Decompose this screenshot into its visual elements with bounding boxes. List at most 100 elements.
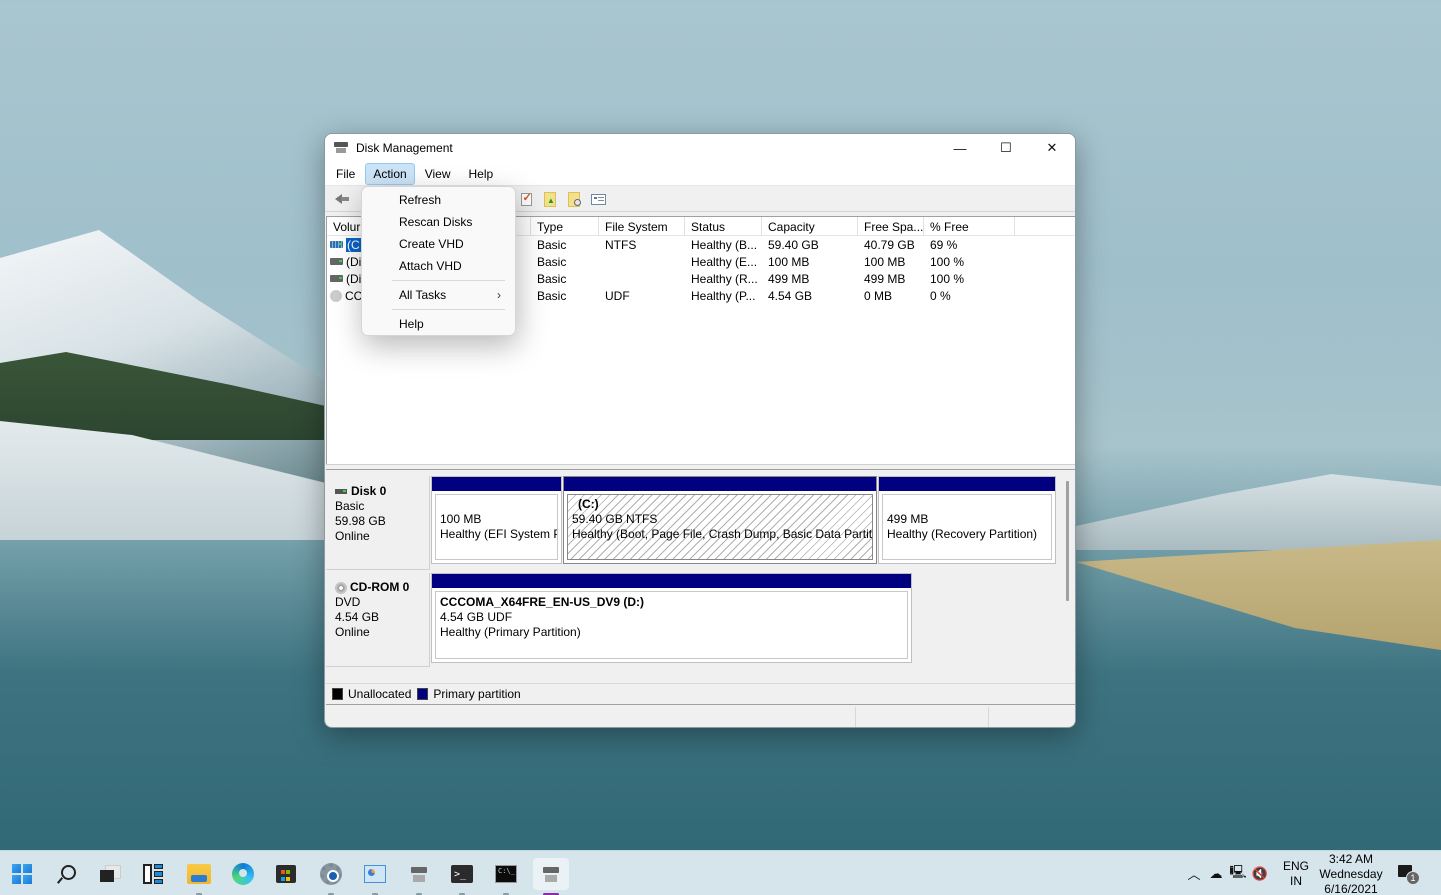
pane-splitter[interactable] [326, 464, 1075, 470]
menu-item-label: Help [399, 317, 424, 331]
store-icon [276, 865, 296, 883]
search-button[interactable] [50, 858, 82, 890]
folder-up-icon [544, 191, 556, 207]
partition-status: Healthy (Primary Partition) [440, 625, 581, 639]
vertical-scrollbar[interactable] [1066, 481, 1069, 601]
clock[interactable]: 3:42 AM Wednesday 6/16/2021 [1318, 852, 1384, 895]
terminal-icon: >_ [451, 865, 473, 883]
column-header-percent-free[interactable]: % Free [924, 217, 1015, 235]
partition-dvd[interactable]: CCCOMA_X64FRE_EN-US_DV9 (D:) 4.54 GB UDF… [431, 573, 912, 663]
minimize-icon: — [953, 140, 967, 156]
menu-item-create-vhd[interactable]: Create VHD [366, 233, 511, 255]
disk-type: Basic [335, 499, 365, 513]
partition-size: 499 MB [887, 512, 929, 526]
folder-search-button[interactable] [563, 189, 585, 209]
cell-file-system: NTFS [605, 237, 637, 252]
menu-file[interactable]: File [328, 163, 363, 185]
task-view-icon [100, 865, 121, 883]
partition-size: 4.54 GB UDF [440, 610, 513, 624]
column-header-status[interactable]: Status [685, 217, 762, 235]
taskbar: >_ C:\_ ︿ ☁ 🖳 🔇 ENG IN 3:42 AM Wednesday… [0, 850, 1441, 895]
legend-primary-partition: Primary partition [433, 687, 521, 701]
region-code: IN [1290, 874, 1302, 888]
menu-item-attach-vhd[interactable]: Attach VHD [366, 255, 511, 277]
column-header-capacity[interactable]: Capacity [762, 217, 858, 235]
command-prompt-icon: C:\_ [495, 865, 517, 883]
minimize-button[interactable]: — [937, 134, 983, 162]
control-panel-button[interactable] [359, 858, 391, 895]
disk-management-taskbar-button[interactable] [533, 858, 569, 895]
status-bar [326, 707, 1075, 727]
control-panel-icon [364, 865, 386, 883]
terminal-button[interactable]: >_ [446, 858, 478, 895]
folder-up-button[interactable] [539, 189, 561, 209]
cell-type: Basic [537, 254, 567, 269]
partition-size: 100 MB [440, 512, 482, 526]
partition-c-drive[interactable]: (C:) 59.40 GB NTFS Healthy (Boot, Page F… [563, 476, 877, 564]
notification-count-badge: 1 [1406, 871, 1420, 885]
partition-efi[interactable]: 100 MB Healthy (EFI System Pa [431, 476, 562, 564]
menu-item-label: Attach VHD [399, 259, 462, 273]
widgets-button[interactable] [138, 858, 170, 890]
settings-icon [320, 863, 342, 885]
menu-item-help[interactable]: Help [366, 313, 511, 335]
partition-status: Healthy (Recovery Partition) [887, 527, 1038, 541]
partition-recovery[interactable]: 499 MB Healthy (Recovery Partition) [878, 476, 1056, 564]
close-button[interactable]: ✕ [1029, 134, 1075, 162]
properties-button[interactable] [587, 189, 609, 209]
partition-color-bar [564, 477, 876, 491]
edge-button[interactable] [227, 858, 259, 890]
menu-help[interactable]: Help [461, 163, 502, 185]
disk-label[interactable]: CD-ROM 0 DVD 4.54 GB Online [326, 573, 430, 667]
network-icon[interactable]: 🖳 [1227, 863, 1249, 885]
menu-view[interactable]: View [417, 163, 459, 185]
search-icon [57, 865, 76, 883]
cell-status: Healthy (E... [691, 254, 758, 269]
language-code: ENG [1283, 859, 1310, 873]
file-explorer-button[interactable] [183, 858, 215, 895]
partition-color-bar [432, 477, 561, 491]
edge-icon [232, 863, 254, 885]
title-bar[interactable]: Disk Management — ☐ ✕ [325, 134, 1075, 162]
menu-separator [392, 280, 505, 281]
task-view-button[interactable] [94, 858, 126, 890]
volume-name: (Di [346, 271, 362, 286]
partition-color-bar [879, 477, 1055, 491]
maximize-button[interactable]: ☐ [983, 134, 1029, 162]
window-title: Disk Management [356, 141, 453, 155]
start-button[interactable] [6, 858, 38, 890]
onedrive-cloud-icon[interactable]: ☁ [1205, 866, 1227, 882]
cell-status: Healthy (P... [691, 288, 756, 303]
cell-free-space: 100 MB [864, 254, 906, 269]
partition-color-bar [432, 574, 911, 588]
show-hidden-icons-chevron-icon[interactable]: ︿ [1183, 864, 1205, 883]
computer-management-button[interactable] [403, 858, 435, 895]
menu-item-rescan-disks[interactable]: Rescan Disks [366, 211, 511, 233]
check-button[interactable] [515, 189, 537, 209]
settings-button[interactable] [315, 858, 347, 895]
store-button[interactable] [270, 858, 302, 890]
volume-icon [330, 241, 343, 248]
wallpaper-mountain-right [1076, 474, 1441, 550]
notification-center-button[interactable]: 1 [1398, 865, 1420, 885]
back-icon [335, 193, 349, 204]
menu-item-all-tasks[interactable]: All Tasks › [366, 284, 511, 306]
command-prompt-button[interactable]: C:\_ [490, 858, 522, 895]
cell-status: Healthy (B... [691, 237, 758, 252]
menu-item-refresh[interactable]: Refresh [366, 189, 511, 211]
folder-search-icon [568, 191, 581, 207]
menu-action[interactable]: Action [365, 162, 415, 185]
disk-state: Online [335, 529, 370, 543]
column-header-type[interactable]: Type [531, 217, 599, 235]
disk-management-app-icon [334, 142, 350, 154]
cell-type: Basic [537, 237, 567, 252]
back-button[interactable] [331, 189, 353, 209]
disk-label[interactable]: Disk 0 Basic 59.98 GB Online [326, 476, 430, 570]
status-pane [989, 707, 1075, 727]
volume-muted-icon[interactable]: 🔇 [1249, 866, 1271, 882]
language-indicator[interactable]: ENG IN [1283, 859, 1309, 889]
column-header-file-system[interactable]: File System [599, 217, 685, 235]
column-header-free-space[interactable]: Free Spa... [858, 217, 924, 235]
cell-capacity: 4.54 GB [768, 288, 813, 303]
cell-type: Basic [537, 288, 567, 303]
